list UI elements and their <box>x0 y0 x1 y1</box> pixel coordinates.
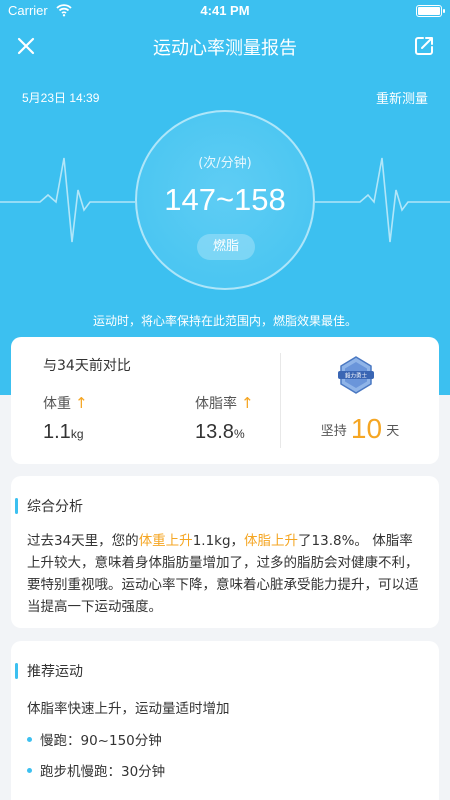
medal-text: 毅力勇士 <box>345 372 368 380</box>
body-fat-number: 13.8 <box>195 421 234 443</box>
heart-rate-unit: (次/分钟) <box>198 156 252 171</box>
analysis-card: 综合分析 过去34天里，您的体重上升1.1kg，体脂上升了13.8%。 体脂率上… <box>11 476 439 628</box>
persist-prefix: 坚持 <box>320 424 347 439</box>
remeasure-button[interactable]: 重新测量 <box>376 88 428 107</box>
persist-suffix: 天 <box>386 424 400 439</box>
arrow-up-icon: ↑ <box>75 394 88 412</box>
nav-bar: 运动心率测量报告 <box>0 22 450 70</box>
body-fat-unit: % <box>233 427 245 441</box>
clock: 4:41 PM <box>200 3 250 18</box>
share-icon[interactable] <box>412 34 436 58</box>
body-fat-label-text: 体脂率 <box>195 396 237 412</box>
weight-unit: kg <box>70 427 84 441</box>
analysis-text-part: 1.1kg， <box>192 533 245 549</box>
weight-label: 体重 ↑ <box>43 393 88 413</box>
bullet-icon <box>27 768 32 773</box>
exercise-label: 跑步机慢跑：30分钟 <box>40 764 166 780</box>
exercise-label: 慢跑：90~150分钟 <box>40 733 162 749</box>
body-fat-label: 体脂率 ↑ <box>195 393 254 413</box>
page-title: 运动心率测量报告 <box>153 38 297 59</box>
heart-rate-circle: (次/分钟) 147~158 燃脂 <box>135 110 315 290</box>
recommend-card: 推荐运动 体脂率快速上升，运动量适时增加 慢跑：90~150分钟 跑步机慢跑：3… <box>11 641 439 800</box>
heart-rate-tip: 运动时，将心率保持在此范围内，燃脂效果最佳。 <box>92 314 357 328</box>
status-bar: Carrier 4:41 PM <box>0 0 450 22</box>
weight-label-text: 体重 <box>43 396 71 412</box>
recommend-intro: 体脂率快速上升，运动量适时增加 <box>27 701 230 717</box>
weight-value: 1.1kg <box>43 421 84 444</box>
analysis-text-part: 过去34天里，您的 <box>27 533 139 549</box>
comparison-heading: 与34天前对比 <box>43 358 131 374</box>
fat-up-highlight: 体脂上升 <box>244 533 299 549</box>
comparison-card: 与34天前对比 体重 ↑ 1.1kg 体脂率 ↑ 13.8% 毅力勇士 坚持 10 … <box>11 337 439 464</box>
analysis-text: 过去34天里，您的体重上升1.1kg，体脂上升了13.8%。 体脂率上升较大，意… <box>27 530 423 618</box>
arrow-up-icon: ↑ <box>241 394 254 412</box>
persist-days: 坚持 10 天 <box>281 413 439 445</box>
persist-days-number: 10 <box>350 413 383 444</box>
zone-badge: 燃脂 <box>197 234 255 260</box>
list-item: 慢跑：90~150分钟 <box>27 729 162 749</box>
weight-number: 1.1 <box>43 421 71 443</box>
list-item: 跑步机慢跑：30分钟 <box>27 760 165 780</box>
measure-date: 5月23日 14:39 <box>22 91 100 105</box>
heart-rate-range: 147~158 <box>164 182 286 217</box>
body-fat-value: 13.8% <box>195 421 245 444</box>
bullet-icon <box>27 737 32 742</box>
analysis-title: 综合分析 <box>27 499 83 515</box>
battery-icon <box>416 5 445 17</box>
section-accent-bar <box>15 663 18 679</box>
section-accent-bar <box>15 498 18 514</box>
weight-up-highlight: 体重上升 <box>138 533 193 549</box>
recommend-title: 推荐运动 <box>27 664 83 680</box>
medal-icon: 毅力勇士 <box>338 356 374 394</box>
